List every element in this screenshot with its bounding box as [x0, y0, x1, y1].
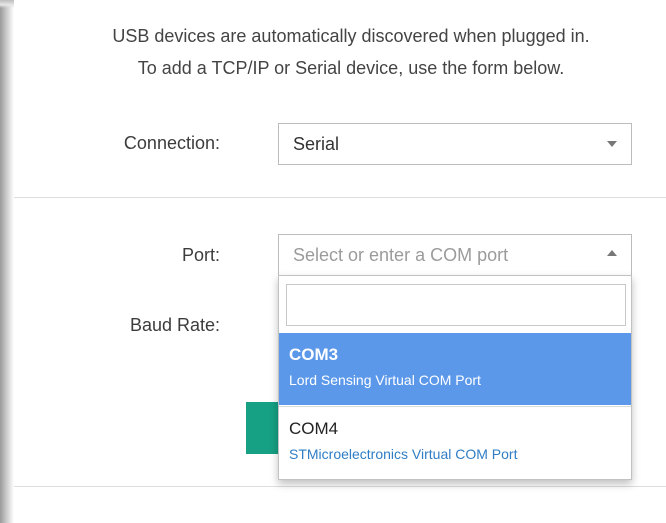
port-option-com4[interactable]: COM4 STMicroelectronics Virtual COM Port [279, 406, 631, 478]
bottom-divider [14, 486, 666, 487]
add-device-panel: USB devices are automatically discovered… [14, 0, 666, 523]
port-search-input[interactable] [286, 284, 626, 326]
window-shadow-left [0, 0, 14, 523]
port-dropdown: COM3 Lord Sensing Virtual COM Port COM4 … [278, 275, 632, 480]
connection-select[interactable]: Serial [278, 123, 632, 165]
port-option-name: COM4 [289, 419, 339, 438]
connection-label: Connection: [123, 133, 220, 153]
chevron-down-icon [607, 141, 617, 147]
port-option-description: Lord Sensing Virtual COM Port [289, 372, 481, 388]
section-divider [14, 197, 666, 198]
port-select[interactable]: Select or enter a COM port [278, 234, 632, 276]
intro-text: USB devices are automatically discovered… [36, 20, 666, 84]
chevron-up-icon [607, 250, 617, 256]
port-option-description: STMicroelectronics Virtual COM Port [289, 446, 518, 462]
port-option-name: COM3 [289, 345, 339, 364]
port-label: Port: [181, 245, 220, 265]
port-option-com3[interactable]: COM3 Lord Sensing Virtual COM Port [279, 333, 631, 405]
intro-line-form: To add a TCP/IP or Serial device, use th… [137, 58, 565, 78]
port-select-placeholder: Select or enter a COM port [293, 245, 509, 265]
baud-rate-label: Baud Rate: [129, 315, 220, 335]
connection-select-value: Serial [293, 134, 340, 154]
intro-line-usb: USB devices are automatically discovered… [112, 26, 590, 46]
